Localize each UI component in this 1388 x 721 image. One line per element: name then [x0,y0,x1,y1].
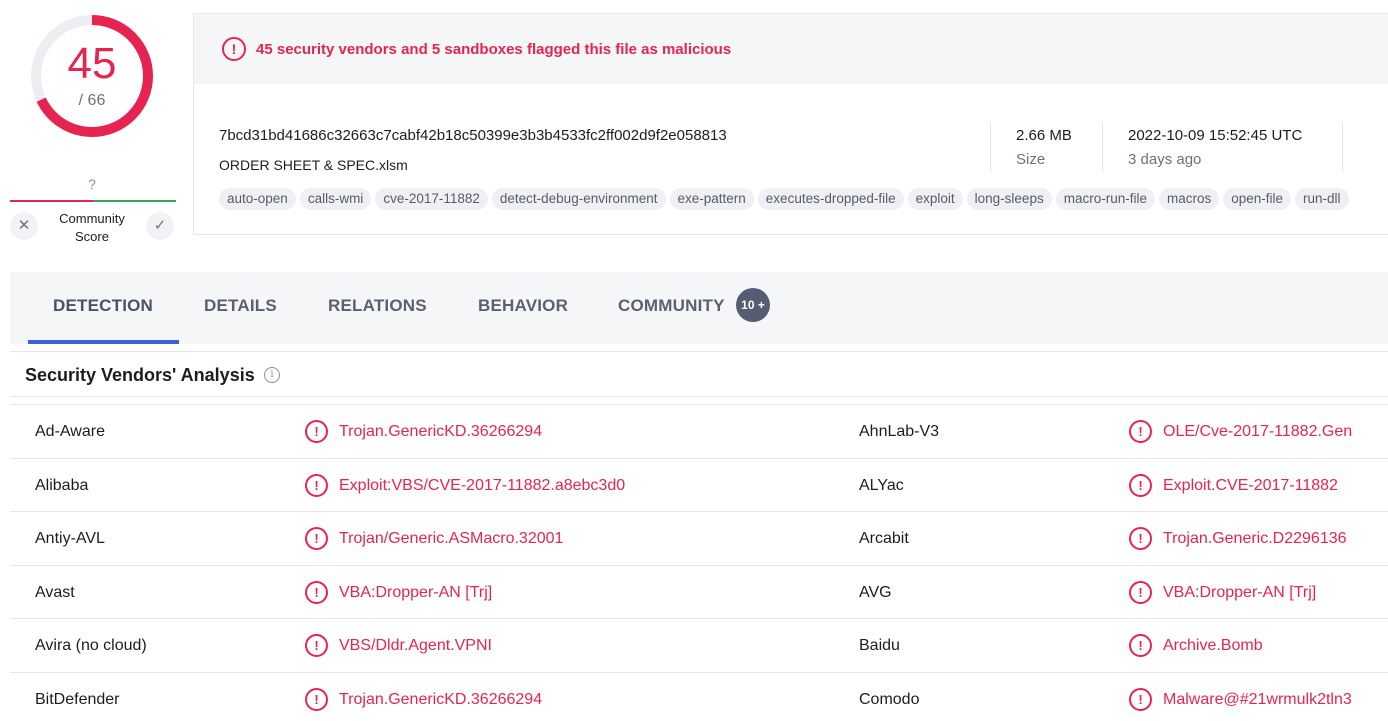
file-hash[interactable]: 7bcd31bd41686c32663c7cabf42b18c50399e3b3… [219,127,727,144]
divider [1102,122,1103,172]
active-tab-indicator [28,340,179,344]
report-tabs: DETECTION DETAILS RELATIONS BEHAVIOR COM… [10,272,1388,344]
divider [1342,122,1343,172]
detection-result: VBS/Dldr.Agent.VPNI [339,637,492,655]
detection-result: Trojan.GenericKD.36266294 [339,690,543,708]
detection-result: Exploit.CVE-2017-11882 [1163,476,1338,494]
alert-text: 45 security vendors and 5 sandboxes flag… [256,40,732,58]
malicious-icon: ! [305,634,328,658]
malicious-icon: ! [1129,687,1152,711]
malicious-icon: ! [1129,420,1152,443]
malicious-icon: ! [305,687,328,711]
table-row: Avast ! VBA:Dropper-AN [Trj] AVG ! VBA:D… [10,564,1388,619]
detection-count: 45 [67,39,117,88]
tag[interactable]: run-dll [1295,188,1349,210]
detection-result: VBA:Dropper-AN [Trj] [1163,583,1317,601]
community-score-value: ? [88,176,96,192]
file-name: ORDER SHEET & SPEC.xlsm [219,157,408,173]
community-count-badge: 10 + [736,288,770,322]
table-row: Alibaba ! Exploit:VBS/CVE-2017-11882.a8e… [10,457,1388,512]
vendors-table: Ad-Aware ! Trojan.GenericKD.36266294 Ahn… [10,404,1388,721]
analysis-date: 2022-10-09 15:52:45 UTC [1128,127,1303,144]
detection-result: OLE/Cve-2017-11882.Gen [1163,423,1353,440]
info-icon[interactable]: i [264,367,280,383]
vendor-name: Alibaba [35,476,89,494]
vendor-name: Arcabit [859,530,909,548]
table-row: BitDefender ! Trojan.GenericKD.36266294 … [10,671,1388,721]
vendor-name: Comodo [859,690,920,708]
table-row: Avira (no cloud) ! VBS/Dldr.Agent.VPNI B… [10,618,1388,672]
check-icon: ✓ [153,217,167,234]
tab-detection[interactable]: DETECTION [53,272,153,344]
section-title: Security Vendors' Analysis [25,365,255,385]
community-score-label: Community Score [59,211,125,244]
malicious-icon: ! [1129,634,1152,658]
file-summary-card: ! 45 security vendors and 5 sandboxes fl… [193,13,1388,235]
detection-result: Archive.Bomb [1163,637,1263,655]
tab-details[interactable]: DETAILS [204,272,277,344]
alert-circle-icon: ! [222,37,246,61]
file-size-value: 2.66 MB [1016,127,1072,144]
malicious-icon: ! [1129,580,1152,604]
vendor-name: BitDefender [35,690,120,708]
tag[interactable]: exploit [907,188,963,210]
table-row: Antiy-AVL ! Trojan/Generic.ASMacro.32001… [10,511,1388,565]
tag[interactable]: long-sleeps [966,188,1052,210]
tag[interactable]: detect-debug-environment [491,188,666,210]
community-score-bar [10,200,176,202]
vendor-name: Avast [35,583,75,601]
detection-result: Trojan.GenericKD.36266294 [339,423,543,440]
vendor-name: Avira (no cloud) [35,637,147,655]
tag[interactable]: executes-dropped-file [757,188,904,210]
tab-relations[interactable]: RELATIONS [328,272,427,344]
engine-total: / 66 [78,92,106,109]
vendor-name: Antiy-AVL [35,530,105,548]
vote-harmful-button[interactable]: ✕ [10,212,38,240]
detection-score-gauge: 45 / 66 [28,12,156,140]
close-icon: ✕ [17,217,31,234]
detection-result: Exploit:VBS/CVE-2017-11882.a8ebc3d0 [339,476,626,494]
tab-community[interactable]: COMMUNITY [618,272,725,344]
tag[interactable]: cve-2017-11882 [375,188,488,210]
malicious-icon: ! [305,420,328,443]
malicious-alert-banner: ! 45 security vendors and 5 sandboxes fl… [194,14,1388,84]
vendor-name: ALYac [859,476,904,494]
community-score: ? ✕ Community Score ✓ [8,170,176,250]
malicious-icon: ! [1129,527,1152,551]
vendor-name: Baidu [859,637,900,655]
tag[interactable]: auto-open [219,188,296,210]
tag[interactable]: open-file [1223,188,1292,210]
detection-result: VBA:Dropper-AN [Trj] [339,583,493,601]
tab-behavior[interactable]: BEHAVIOR [478,272,568,344]
tag[interactable]: calls-wmi [299,188,372,210]
vendor-name: Ad-Aware [35,423,105,440]
detection-result: Trojan/Generic.ASMacro.32001 [339,530,564,548]
malicious-icon: ! [1129,473,1152,497]
tag-list: auto-open calls-wmi cve-2017-11882 detect-d… [219,188,1388,212]
malicious-icon: ! [305,527,328,551]
malicious-icon: ! [305,473,328,497]
analysis-date-relative: 3 days ago [1128,151,1202,168]
detection-result: Malware@#21wrmulk2tln3 [1163,690,1352,708]
table-row: Ad-Aware ! Trojan.GenericKD.36266294 Ahn… [10,404,1388,458]
tag[interactable]: macro-run-file [1055,188,1155,210]
vendor-name: AVG [859,583,892,601]
vendors-section-header: Security Vendors' Analysis i [10,351,1388,397]
malicious-icon: ! [305,580,328,604]
file-size-label: Size [1016,151,1046,168]
detection-result: Trojan.Generic.D2296136 [1163,530,1347,548]
vendor-name: AhnLab-V3 [859,423,940,440]
divider [990,122,991,172]
tag[interactable]: macros [1158,188,1220,210]
tag[interactable]: exe-pattern [669,188,754,210]
vote-harmless-button[interactable]: ✓ [146,212,174,240]
